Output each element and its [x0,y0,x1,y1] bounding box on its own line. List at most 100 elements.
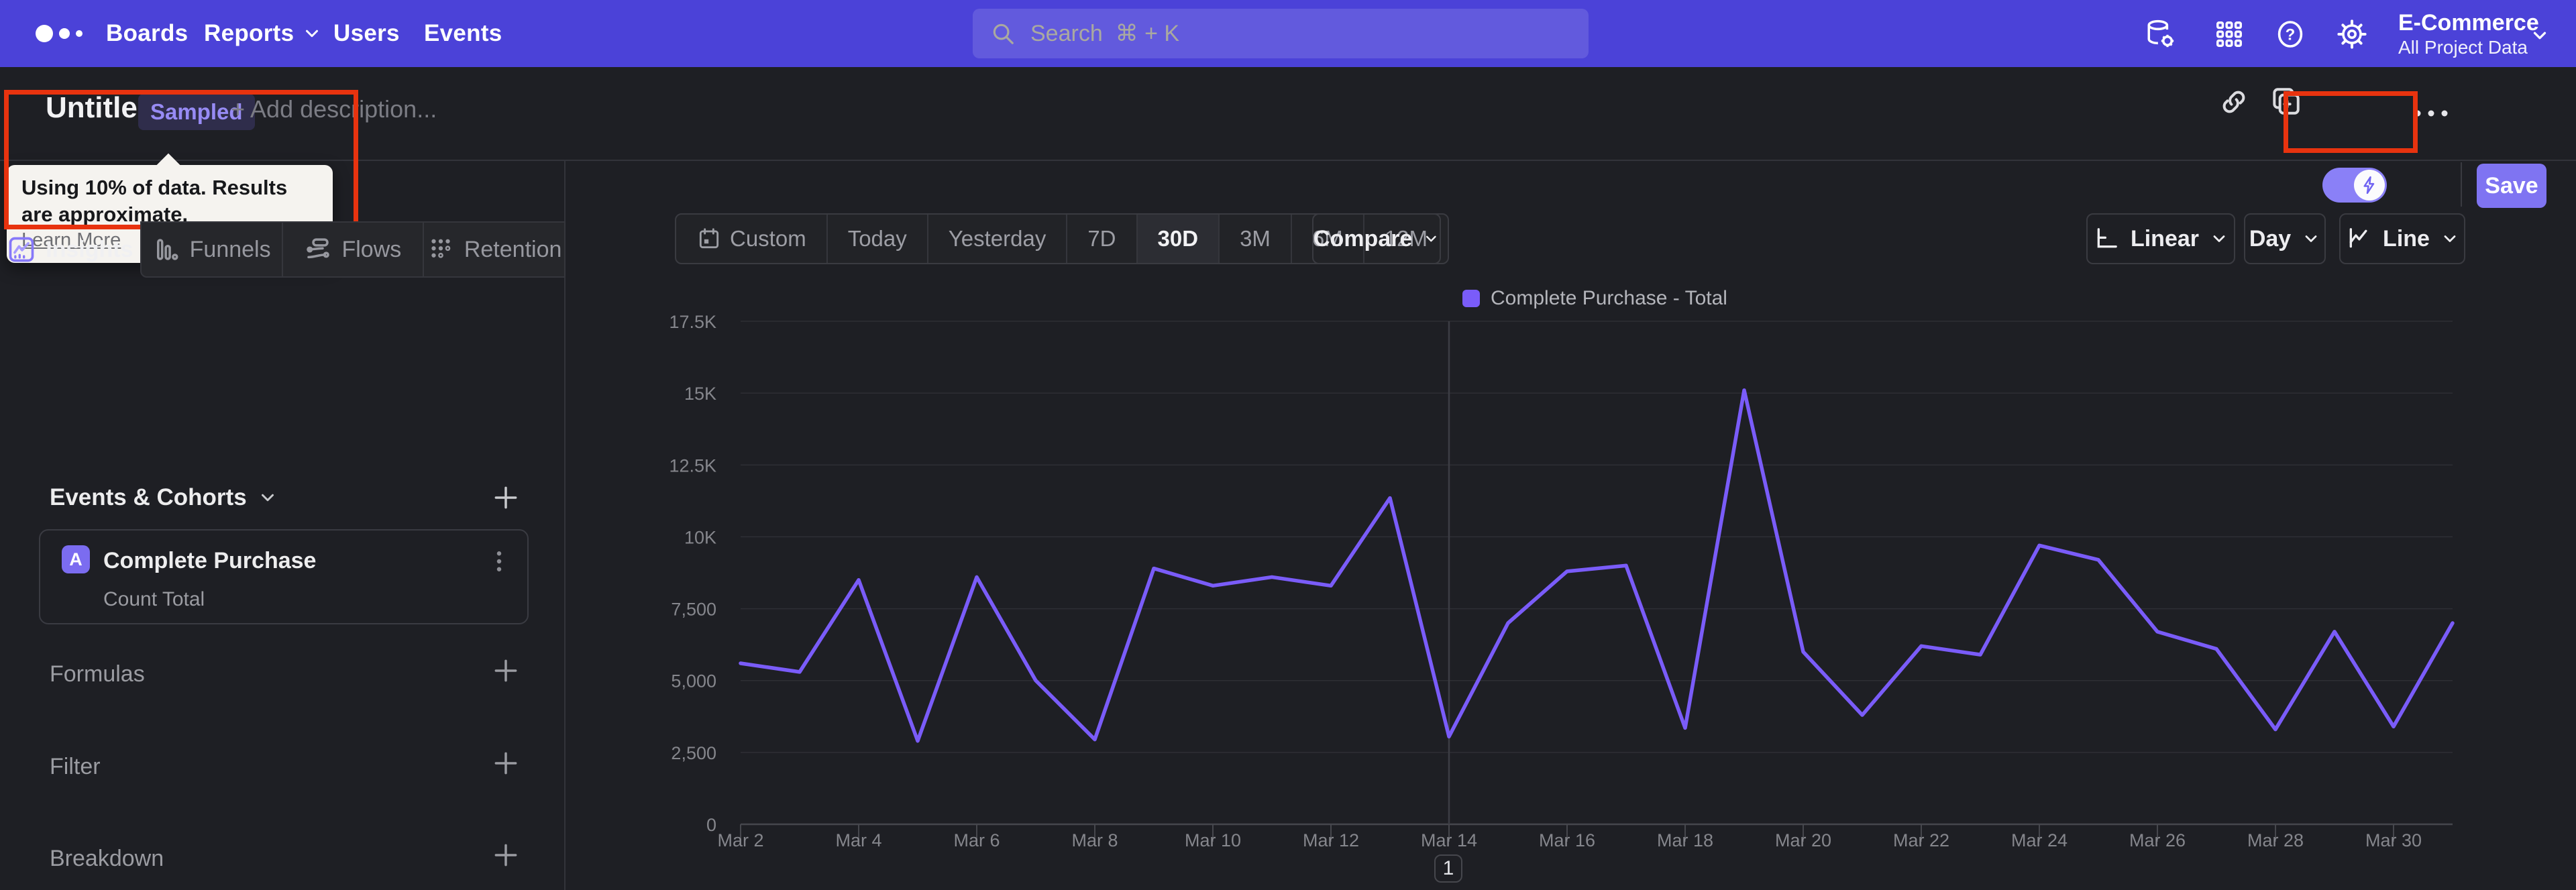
more-options-icon[interactable] [2411,106,2451,121]
add-formula-button[interactable] [491,656,521,685]
section-breakdown: Breakdown [50,846,164,871]
x-tick-label: Mar 24 [2011,830,2068,850]
x-tick-label: Mar 14 [1421,830,1477,850]
report-header: Untitled Sampled + Add description... Sa… [0,67,2576,208]
range-label: 3M [1240,226,1271,251]
nav-item-label: Reports [204,20,294,46]
range-label: Yesterday [948,226,1046,251]
x-tick-label: Mar 2 [717,830,763,850]
tab-retention[interactable]: Retention [424,221,566,278]
x-tick-label: Mar 30 [2365,830,2422,850]
range-yesterday[interactable]: Yesterday [928,215,1068,263]
x-tick-label: Mar 22 [1893,830,1949,850]
sampling-toggle-knob [2354,170,2385,201]
nav-item-users[interactable]: Users [333,20,400,47]
insights-report-page: { "nav": { "items": [ {"label": "Boards"… [0,0,2576,890]
x-tick-label: Mar 26 [2129,830,2186,850]
event-options-icon[interactable] [487,547,511,576]
svg-text:?: ? [2286,26,2296,44]
search-input[interactable] [1029,19,1571,48]
save-button[interactable]: Save [2477,164,2546,208]
range-30d[interactable]: 30D [1137,215,1220,263]
add-to-board-icon[interactable] [2269,85,2302,118]
event-card[interactable]: A Complete Purchase Count Total [39,529,529,624]
x-tick-label: Mar 16 [1539,830,1595,850]
copy-link-icon[interactable] [2218,86,2250,118]
tab-funnels[interactable]: Funnels [140,221,283,278]
insights-chart-icon [9,237,34,262]
data-management-icon[interactable] [2144,17,2178,51]
x-tick-label: Mar 8 [1071,830,1118,850]
chevron-down-icon[interactable] [2528,25,2552,46]
x-tick-label: Mar 10 [1185,830,1241,850]
add-filter-button[interactable] [491,748,521,778]
tab-flows[interactable]: Flows [282,221,425,278]
range-label: 7D [1087,226,1116,251]
nav-item-reports[interactable]: Reports [204,20,322,47]
range-today[interactable]: Today [828,215,928,263]
nav-item-label: Boards [106,20,189,46]
y-tick-label: 7,500 [671,600,716,620]
section-formulas: Formulas [50,661,145,687]
compare-label: Compare [1313,225,1413,252]
x-tick-label: Mar 12 [1303,830,1359,850]
add-description[interactable]: + Add description... [231,95,437,123]
query-builder-sidebar: Insights Funnels Flows Retention Events … [0,160,566,890]
nav-item-label: Events [424,20,502,46]
chart-type-label: Line [2383,225,2430,252]
add-event-button[interactable] [491,483,521,512]
events-cohorts-header[interactable]: Events & Cohorts [50,484,278,511]
chevron-down-icon [1426,235,1437,242]
x-tick-label: Mar 28 [2247,830,2304,850]
nav-item-events[interactable]: Events [424,20,502,47]
y-tick-label: 2,500 [671,743,716,763]
events-cohorts-label: Events & Cohorts [50,484,247,510]
compare-dropdown[interactable]: Compare [1312,213,1441,264]
top-nav: Boards Reports Users Events ? [0,0,2576,67]
sampling-toggle[interactable] [2322,168,2387,203]
tab-insights[interactable]: Insights [0,221,140,278]
add-breakdown-button[interactable] [491,840,521,870]
chevron-down-icon [2213,235,2225,242]
flows-icon [307,238,330,259]
x-tick-label: Mar 18 [1657,830,1713,850]
global-search[interactable] [973,9,1589,58]
chart-type-dropdown[interactable]: Line [2339,213,2465,264]
interval-label: Day [2249,225,2292,252]
nav-item-boards[interactable]: Boards [106,20,188,47]
chevron-down-icon [306,30,319,38]
line-chart-icon [2349,228,2367,248]
search-icon [993,23,1014,44]
y-tick-label: 5,000 [671,671,716,691]
tab-label: Funnels [189,236,271,262]
y-tick-label: 10K [684,527,716,547]
lightning-bolt-icon [2363,176,2375,194]
mixpanel-logo-icon[interactable] [35,20,93,47]
range-3m[interactable]: 3M [1220,215,1292,263]
apps-grid-icon[interactable] [2214,19,2245,50]
interval-dropdown[interactable]: Day [2244,213,2326,264]
chevron-down-icon [261,494,274,502]
calendar-icon [699,228,719,249]
nav-item-label: Users [333,20,400,46]
project-switcher[interactable]: E-Commerce All Project Data [2398,9,2539,59]
pagination-page-1[interactable]: 1 [1434,854,1462,883]
y-tick-label: 15K [684,384,716,404]
tab-label: Insights [46,236,133,262]
series-line [739,388,2455,743]
range-custom[interactable]: Custom [676,215,828,263]
help-icon[interactable]: ? [2274,18,2306,50]
scale-dropdown[interactable]: Linear [2086,213,2235,264]
range-label: 30D [1157,226,1199,251]
range-7d[interactable]: 7D [1067,215,1138,263]
scale-label: Linear [2130,225,2200,252]
event-metric[interactable]: Count Total [103,588,205,611]
y-tick-label: 0 [706,815,716,835]
range-label: Today [847,226,907,251]
linear-axes-icon [2097,228,2117,248]
range-label: Custom [730,226,806,251]
retention-dots-icon [431,239,451,258]
settings-gear-icon[interactable] [2336,18,2368,50]
x-tick-label: Mar 20 [1775,830,1831,850]
event-name: Complete Purchase [103,548,317,573]
